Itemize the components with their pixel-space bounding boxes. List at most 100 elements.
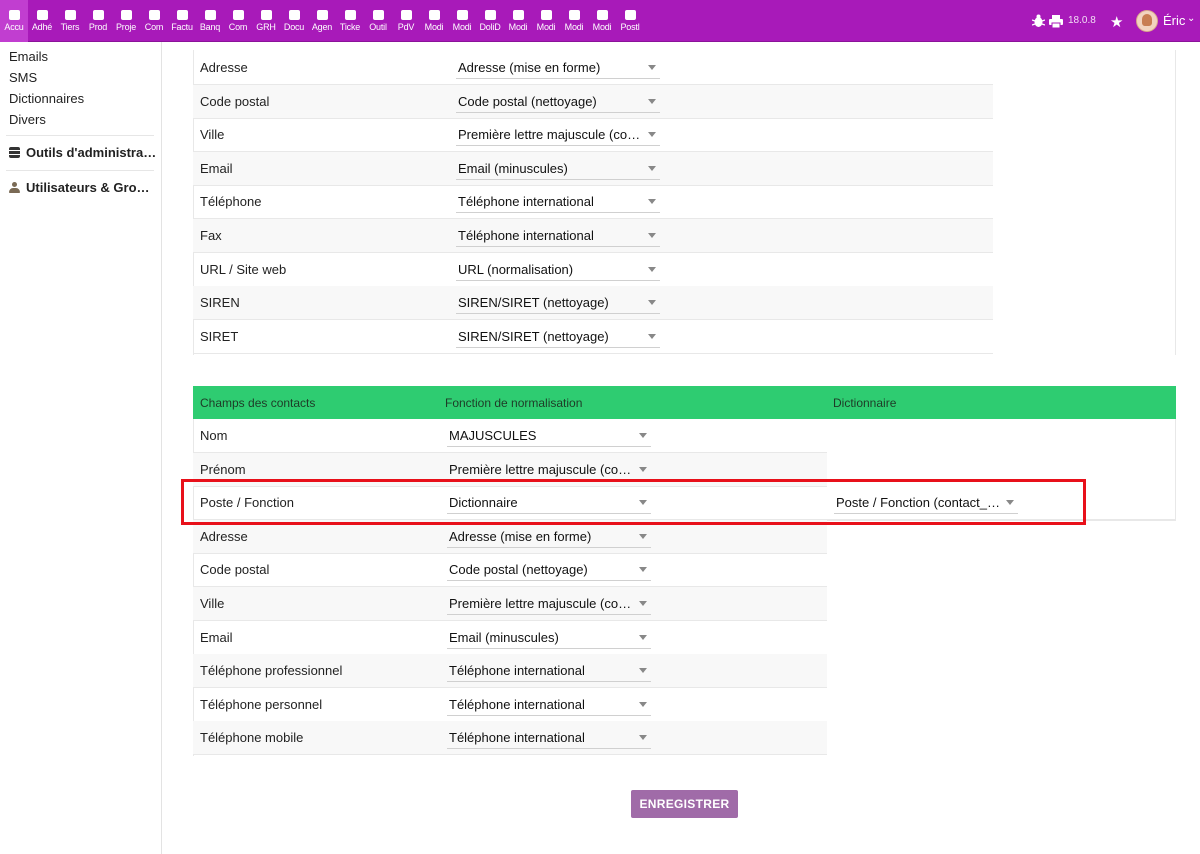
menu-item[interactable]: Com	[224, 0, 252, 42]
caret-down-icon	[639, 634, 647, 640]
normalization-select[interactable]: Adresse (mise en forme)	[447, 526, 651, 548]
menu-item[interactable]: Tiers	[56, 0, 84, 42]
debug-bug-icon[interactable]	[1032, 14, 1045, 28]
normalization-select[interactable]: Téléphone international	[447, 694, 651, 716]
table-row: Adresse Adresse (mise en forme)	[193, 51, 993, 85]
menu-item[interactable]: Com	[140, 0, 168, 42]
caret-down-icon	[648, 333, 656, 339]
select-value: SIREN/SIRET (nettoyage)	[458, 328, 609, 344]
menu-item-label: Modi	[592, 22, 612, 32]
bookmark-star-icon[interactable]: ★	[1110, 13, 1123, 31]
table-row: Téléphone mobile Téléphone international	[193, 721, 827, 756]
menu-item[interactable]: Proje	[112, 0, 140, 42]
menu-icon	[512, 10, 524, 20]
menu-item[interactable]: Agen	[308, 0, 336, 42]
normalization-select[interactable]: SIREN/SIRET (nettoyage)	[456, 292, 660, 315]
normalization-select[interactable]: Téléphone international	[456, 191, 660, 214]
menu-icon	[596, 10, 608, 20]
menu-item-label: Modi	[508, 22, 528, 32]
menu-icon	[624, 10, 636, 20]
sidebar-item-dictionaries[interactable]: Dictionnaires	[9, 91, 84, 106]
normalization-select[interactable]: Première lettre majuscule (compo…	[447, 459, 651, 481]
menu-icon	[540, 10, 552, 20]
database-icon	[9, 147, 20, 158]
top-menu-bar: Accu Adhé Tiers Prod Proje Com Factu Banq Com GRH…	[0, 0, 1200, 42]
caret-down-icon	[639, 466, 647, 472]
menu-item-label: Postl	[620, 22, 640, 32]
select-value: Email (minuscules)	[458, 160, 568, 176]
field-label: Téléphone mobile	[200, 730, 304, 746]
field-label: Téléphone	[200, 194, 262, 210]
menu-item[interactable]: Outil	[364, 0, 392, 42]
menu-item[interactable]: PdV	[392, 0, 420, 42]
menu-item[interactable]: Accu	[0, 0, 28, 42]
caret-down-icon	[648, 266, 656, 272]
normalization-select[interactable]: Code postal (nettoyage)	[456, 91, 660, 113]
sidebar-section-users-groups[interactable]: Utilisateurs & Group…	[9, 180, 157, 195]
sidebar-section-admin-tools[interactable]: Outils d'administrati…	[9, 145, 157, 160]
normalization-select[interactable]: MAJUSCULES	[447, 425, 651, 447]
normalization-select[interactable]: Première lettre majuscule (compo…	[456, 124, 660, 147]
print-icon[interactable]	[1049, 15, 1063, 28]
user-name[interactable]: Éric	[1163, 13, 1185, 28]
menu-item[interactable]: DoliD	[476, 0, 504, 42]
menu-icon	[148, 10, 160, 20]
normalization-select[interactable]: Téléphone international	[447, 727, 651, 750]
field-label: Code postal	[200, 93, 270, 109]
normalization-select[interactable]: Code postal (nettoyage)	[447, 559, 651, 582]
caret-down-icon	[639, 701, 647, 707]
table-row: Code postal Code postal (nettoyage)	[193, 553, 827, 588]
normalization-select[interactable]: Email (minuscules)	[447, 627, 651, 649]
menu-icon	[120, 10, 132, 20]
menu-item[interactable]: Factu	[168, 0, 196, 42]
menu-item-label: GRH	[256, 22, 276, 32]
normalization-select[interactable]: Téléphone international	[447, 660, 651, 683]
menu-icon	[204, 10, 216, 20]
menu-icon	[288, 10, 300, 20]
sidebar-item-emails[interactable]: Emails	[9, 49, 48, 64]
user-avatar[interactable]	[1136, 10, 1158, 32]
normalization-select[interactable]: Dictionnaire	[447, 492, 651, 515]
caret-down-icon	[648, 132, 656, 138]
dictionary-select[interactable]: Poste / Fonction (contact_pos…	[834, 492, 1018, 515]
field-label: SIREN	[200, 295, 240, 311]
normalization-select[interactable]: SIREN/SIRET (nettoyage)	[456, 326, 660, 348]
menu-item[interactable]: GRH	[252, 0, 280, 42]
menu-item[interactable]: Modi	[588, 0, 616, 42]
chevron-down-icon[interactable]: ⌄	[1187, 13, 1195, 24]
menu-item[interactable]: Adhé	[28, 0, 56, 42]
select-value: Première lettre majuscule (compo…	[458, 127, 644, 143]
table-row: Ville Première lettre majuscule (compo…	[193, 118, 993, 153]
menu-icon	[428, 10, 440, 20]
menu-item[interactable]: Prod	[84, 0, 112, 42]
menu-item[interactable]: Postl	[616, 0, 644, 42]
menu-item[interactable]: Banq	[196, 0, 224, 42]
select-value: Téléphone international	[449, 663, 585, 679]
menu-item-label: Accu	[4, 22, 24, 32]
menu-item[interactable]: Ticke	[336, 0, 364, 42]
save-button[interactable]: ENREGISTRER	[631, 790, 738, 818]
menu-item[interactable]: Modi	[560, 0, 588, 42]
version-label: 18.0.8	[1068, 15, 1096, 26]
normalization-select[interactable]: Téléphone international	[456, 225, 660, 247]
table-border	[1175, 50, 1176, 355]
menu-icon	[8, 10, 20, 20]
menu-item[interactable]: Modi	[532, 0, 560, 42]
normalization-select[interactable]: URL (normalisation)	[456, 259, 660, 281]
menu-icon	[568, 10, 580, 20]
select-value: Code postal (nettoyage)	[458, 93, 597, 109]
menu-item[interactable]: Modi	[448, 0, 476, 42]
menu-item[interactable]: Docu	[280, 0, 308, 42]
caret-down-icon	[1006, 500, 1014, 506]
table-row: Ville Première lettre majuscule (compo…	[193, 587, 827, 621]
caret-down-icon	[648, 165, 656, 171]
sidebar-item-misc[interactable]: Divers	[9, 112, 46, 127]
menu-item[interactable]: Modi	[420, 0, 448, 42]
field-label: Code postal	[200, 562, 270, 578]
sidebar-item-sms[interactable]: SMS	[9, 70, 37, 85]
normalization-select[interactable]: Première lettre majuscule (compo…	[447, 593, 651, 615]
menu-item[interactable]: Modi	[504, 0, 532, 42]
normalization-select[interactable]: Adresse (mise en forme)	[456, 57, 660, 79]
normalization-select[interactable]: Email (minuscules)	[456, 158, 660, 180]
menu-item-label: Modi	[424, 22, 444, 32]
